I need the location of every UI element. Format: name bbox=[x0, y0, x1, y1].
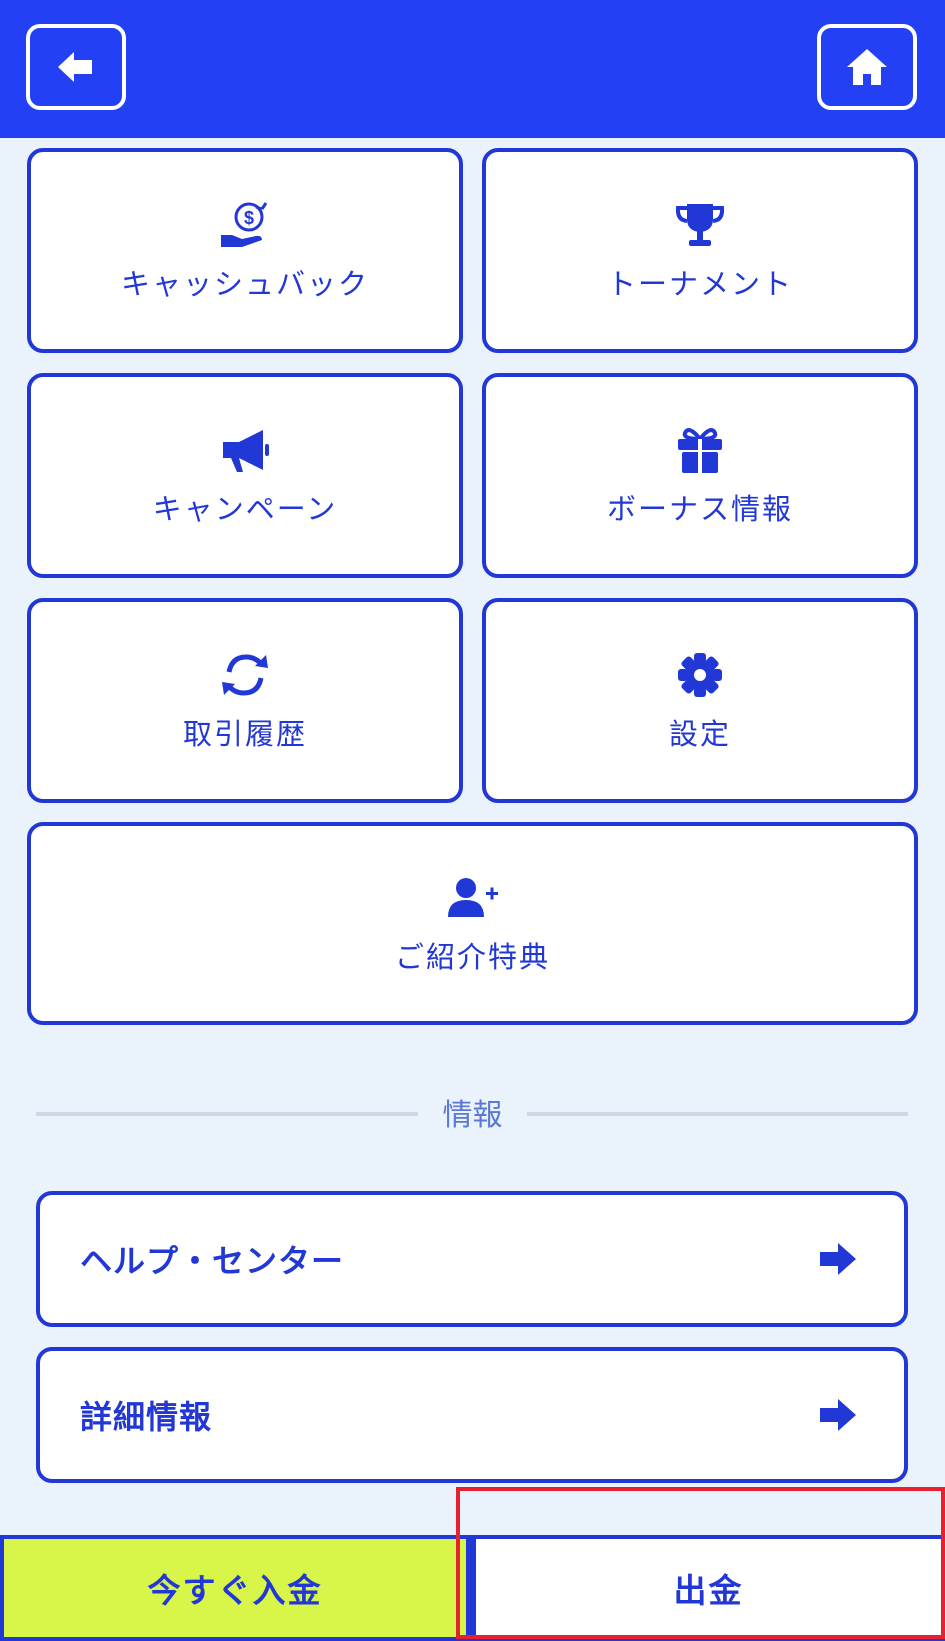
tile-label: キャッシュバック bbox=[120, 266, 369, 301]
home-icon bbox=[847, 49, 887, 85]
row-label: 詳細情報 bbox=[80, 1398, 213, 1436]
withdraw-button[interactable]: 出金 bbox=[466, 1535, 945, 1641]
svg-text:$: $ bbox=[244, 208, 254, 228]
megaphone-icon bbox=[223, 429, 269, 472]
tile-campaign[interactable]: キャンペーン bbox=[27, 373, 463, 578]
cashback-icon: $ bbox=[221, 201, 268, 247]
tile-tournament[interactable]: トーナメント bbox=[482, 148, 918, 353]
divider-line-left bbox=[36, 1112, 418, 1116]
tile-transaction-history[interactable]: 取引履歴 bbox=[27, 598, 463, 803]
help-center-link[interactable]: ヘルプ・センター bbox=[36, 1191, 908, 1327]
withdraw-label: 出金 bbox=[673, 1571, 744, 1610]
deposit-label: 今すぐ入金 bbox=[147, 1571, 323, 1610]
add-user-icon bbox=[447, 877, 498, 917]
arrow-right-icon bbox=[820, 1243, 856, 1275]
section-title: 情報 bbox=[442, 1098, 503, 1133]
gear-icon bbox=[678, 652, 722, 697]
details-link[interactable]: 詳細情報 bbox=[36, 1347, 908, 1483]
tile-referral[interactable]: ご紹介特典 bbox=[27, 822, 918, 1025]
arrow-right-icon bbox=[820, 1399, 856, 1431]
back-arrow-icon bbox=[58, 52, 92, 82]
deposit-now-button[interactable]: 今すぐ入金 bbox=[0, 1535, 466, 1641]
trophy-icon bbox=[675, 203, 725, 246]
gift-icon bbox=[678, 427, 722, 473]
tile-label: トーナメント bbox=[606, 266, 793, 301]
tile-label: 取引履歴 bbox=[182, 716, 307, 751]
divider-line-right bbox=[527, 1112, 908, 1116]
tile-label: キャンペーン bbox=[152, 491, 338, 526]
tile-bonus[interactable]: ボーナス情報 bbox=[482, 373, 918, 578]
refresh-icon bbox=[222, 653, 268, 696]
back-button[interactable] bbox=[26, 24, 126, 110]
tile-cashback[interactable]: $ キャッシュバック bbox=[27, 148, 463, 353]
home-button[interactable] bbox=[817, 24, 917, 110]
tile-label: ボーナス情報 bbox=[606, 491, 793, 526]
row-label: ヘルプ・センター bbox=[80, 1242, 345, 1280]
tile-label: 設定 bbox=[668, 716, 731, 751]
top-header bbox=[0, 0, 945, 138]
tile-settings[interactable]: 設定 bbox=[482, 598, 918, 803]
tile-label: ご紹介特典 bbox=[394, 939, 550, 974]
